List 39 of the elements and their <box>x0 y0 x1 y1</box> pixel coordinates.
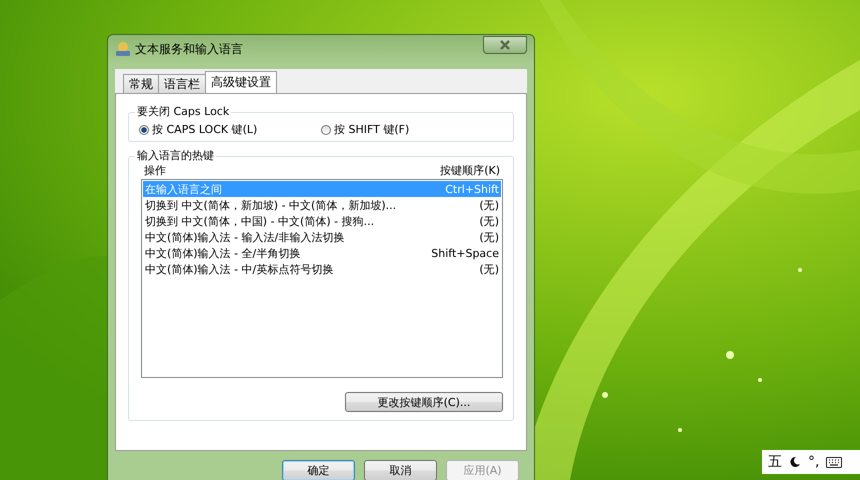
dialog-button[interactable]: 确定 <box>282 460 355 480</box>
column-header: 按键顺序(K) <box>439 163 501 178</box>
tab[interactable]: 语言栏 <box>158 74 206 93</box>
ime-status-text[interactable]: 五 <box>768 453 782 471</box>
change-key-sequence-button[interactable]: 更改按键顺序(C)... <box>345 392 503 412</box>
key-sequence-text: Ctrl+Shift <box>445 182 499 196</box>
action-text: 中文(简体)输入法 - 全/半角切换 <box>145 246 300 260</box>
key-sequence-text: (无) <box>479 230 499 244</box>
column-header: 操作 <box>143 163 167 178</box>
key-sequence-text: (无) <box>479 198 499 212</box>
window-title: 文本服务和输入语言 <box>135 40 244 58</box>
ime-status-text[interactable]: °, <box>808 454 820 470</box>
moon-icon[interactable] <box>789 456 801 468</box>
keyboard-icon[interactable] <box>826 456 842 468</box>
list-row[interactable]: 切换到 中文(简体，新加坡) - 中文(简体，新加坡)... (无) <box>143 197 501 213</box>
group-title: 要关闭 Caps Lock <box>135 104 232 119</box>
action-text: 切换到 中文(简体，新加坡) - 中文(简体，新加坡)... <box>145 198 396 212</box>
list-row[interactable]: 中文(简体)输入法 - 输入法/非输入法切换 (无) <box>143 229 501 245</box>
key-sequence-text: Shift+Space <box>431 246 499 260</box>
tab[interactable]: 常规 <box>123 74 159 93</box>
list-row[interactable]: 中文(简体)输入法 - 中/英标点符号切换 (无) <box>143 261 501 277</box>
close-icon <box>499 40 511 50</box>
key-sequence-text: (无) <box>479 262 499 276</box>
radio-button[interactable] <box>321 124 331 134</box>
action-text: 在输入语言之间 <box>145 182 222 196</box>
list-row[interactable]: 中文(简体)输入法 - 全/半角切换 Shift+Space <box>143 245 501 261</box>
radio-label[interactable]: 按 SHIFT 键(F) <box>334 122 410 137</box>
dialog-button[interactable]: 取消 <box>364 460 437 480</box>
group-title: 输入语言的热键 <box>135 148 216 163</box>
list-row[interactable]: 切换到 中文(简体，中国) - 中文(简体) - 搜狗... (无) <box>143 213 501 229</box>
key-sequence-text: (无) <box>479 214 499 228</box>
keyboard-globe-icon <box>115 41 131 57</box>
action-text: 中文(简体)输入法 - 中/英标点符号切换 <box>145 262 334 276</box>
action-text: 切换到 中文(简体，中国) - 中文(简体) - 搜狗... <box>145 214 374 228</box>
close-button[interactable] <box>483 36 527 54</box>
radio-button[interactable] <box>139 124 149 134</box>
tab[interactable]: 高级键设置 <box>205 71 277 93</box>
radio-label[interactable]: 按 CAPS LOCK 键(L) <box>152 122 258 137</box>
action-text: 中文(简体)输入法 - 输入法/非输入法切换 <box>145 230 344 244</box>
